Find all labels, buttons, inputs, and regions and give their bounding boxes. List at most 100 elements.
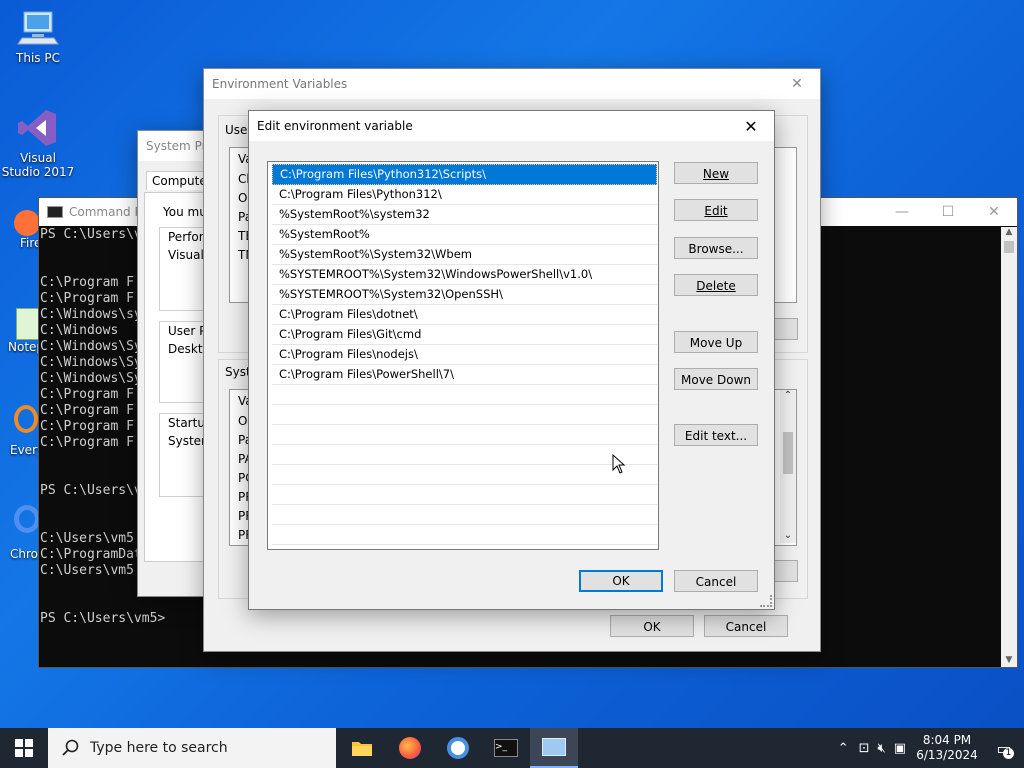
taskbar-search-box[interactable]: Type here to search <box>48 728 336 768</box>
path-entries-list[interactable]: C:\Program Files\Python312\Scripts\ C:\Pr… <box>267 161 659 550</box>
empty-path-slot[interactable] <box>272 385 657 405</box>
edit-dialog-titlebar[interactable]: Edit environment variable ✕ <box>249 111 774 141</box>
search-everything-icon <box>14 405 38 433</box>
delete-button[interactable]: Delete <box>674 274 758 296</box>
taskbar-file-explorer[interactable] <box>338 728 386 768</box>
desktop-icon-visual-studio[interactable]: Visual Studio 2017 <box>0 108 76 179</box>
taskbar-system-properties[interactable] <box>530 728 578 768</box>
desktop-icon-notepad[interactable]: Notep <box>0 308 45 354</box>
desktop-icon-label: Fire <box>20 236 42 250</box>
windows-logo-icon <box>15 739 33 757</box>
edit-text-button-label: Edit text... <box>684 429 748 443</box>
network-icon[interactable]: ⊡ <box>859 741 870 756</box>
desktop-icon-label: Every <box>10 443 45 457</box>
move-up-button-label: Move Up <box>689 336 743 350</box>
path-entry[interactable]: C:\Program Files\dotnet\ <box>272 305 657 325</box>
empty-path-slot[interactable] <box>272 465 657 485</box>
empty-path-slot[interactable] <box>272 505 657 525</box>
edit-dialog-title: Edit environment variable <box>257 119 413 133</box>
start-button[interactable] <box>0 728 48 768</box>
system-list-scrollbar[interactable]: ⌃ ⌄ <box>780 390 796 543</box>
browse-button[interactable]: Browse... <box>674 237 758 259</box>
search-placeholder: Type here to search <box>90 740 228 756</box>
clock[interactable]: 8:04 PM 6/13/2024 <box>910 733 984 763</box>
path-entry[interactable]: %SystemRoot% <box>272 225 657 245</box>
taskbar-firefox[interactable] <box>386 728 434 768</box>
desktop-icon-everything[interactable]: Every <box>0 405 45 457</box>
system-tray: ⌃ ⊡ 🔇︎ ▣ 8:04 PM 6/13/2024 ▭ 1 <box>838 728 1024 768</box>
visual-studio-icon <box>16 108 60 148</box>
empty-path-slot[interactable] <box>272 425 657 445</box>
desktop-icon-label: This PC <box>16 51 60 65</box>
envvars-titlebar[interactable]: Environment Variables ✕ <box>204 69 820 99</box>
clock-time: 8:04 PM <box>922 733 972 747</box>
scroll-down-arrow-icon[interactable]: ▼ <box>1001 655 1017 665</box>
envvars-cancel-button[interactable]: Cancel <box>704 615 788 637</box>
envvars-ok-button[interactable]: OK <box>610 615 694 637</box>
path-entry[interactable]: C:\Program Files\Git\cmd <box>272 325 657 345</box>
path-entry-selected[interactable]: C:\Program Files\Python312\Scripts\ <box>272 164 657 185</box>
scroll-up-arrow-icon[interactable]: ▲ <box>1001 227 1017 237</box>
desktop-icon-label: Visual Studio 2017 <box>1 151 75 179</box>
move-down-button-label: Move Down <box>681 373 751 387</box>
close-button[interactable]: ✕ <box>728 111 774 141</box>
firefox-icon <box>399 737 421 759</box>
path-entry[interactable]: C:\Program Files\Python312\ <box>272 185 657 205</box>
console-scrollbar[interactable]: ▲ ▼ <box>1001 227 1017 667</box>
taskbar-terminal[interactable]: >_ <box>482 728 530 768</box>
taskbar: Type here to search >_ ⌃ ⊡ 🔇︎ ▣ 8:04 PM … <box>0 728 1024 768</box>
volume-muted-icon[interactable]: 🔇︎ <box>878 741 886 756</box>
scroll-thumb[interactable] <box>1004 241 1014 253</box>
move-up-button[interactable]: Move Up <box>674 331 758 353</box>
folder-icon <box>352 742 372 756</box>
taskbar-chrome[interactable] <box>434 728 482 768</box>
edit-text-button[interactable]: Edit text... <box>674 424 758 446</box>
close-button[interactable]: ✕ <box>774 69 820 99</box>
mouse-cursor-icon <box>612 454 626 474</box>
system-properties-icon <box>542 738 566 756</box>
empty-path-slot[interactable] <box>272 445 657 465</box>
envvars-title: Environment Variables <box>212 77 348 91</box>
display-icon[interactable]: ▣ <box>894 741 906 756</box>
desktop-icon-chrome[interactable]: Chron <box>0 505 46 561</box>
console-app-icon <box>47 206 63 218</box>
chrome-icon <box>14 505 40 533</box>
path-entry[interactable]: C:\Program Files\nodejs\ <box>272 345 657 365</box>
path-entry[interactable]: %SYSTEMROOT%\System32\OpenSSH\ <box>272 285 657 305</box>
scroll-thumb[interactable] <box>783 432 793 474</box>
chrome-icon <box>447 737 469 759</box>
path-entry[interactable]: %SystemRoot%\system32 <box>272 205 657 225</box>
scroll-up-arrow-icon[interactable]: ⌃ <box>780 390 796 401</box>
chevron-up-icon[interactable]: ⌃ <box>838 741 849 756</box>
edit-button-label: Edit <box>704 204 728 218</box>
notification-count: 1 <box>1003 748 1014 759</box>
maximize-button[interactable]: ☐ <box>925 197 971 227</box>
move-down-button[interactable]: Move Down <box>674 368 758 390</box>
path-entry[interactable]: %SYSTEMROOT%\System32\WindowsPowerShell\… <box>272 265 657 285</box>
computer-icon <box>16 8 60 48</box>
new-button[interactable]: New <box>674 162 758 184</box>
desktop-icon-firefox[interactable]: Fire <box>0 210 42 250</box>
empty-path-slot[interactable] <box>272 485 657 505</box>
desktop-icon-label: Notep <box>8 340 45 354</box>
new-button-label: New <box>702 167 730 181</box>
empty-path-slot[interactable] <box>272 545 657 549</box>
edit-environment-variable-dialog[interactable]: Edit environment variable ✕ C:\Program F… <box>248 110 775 610</box>
notification-center-button[interactable]: ▭ 1 <box>984 728 1024 768</box>
path-entry[interactable]: C:\Program Files\PowerShell\7\ <box>272 365 657 385</box>
search-icon <box>62 739 79 756</box>
minimize-button[interactable]: — <box>879 197 925 227</box>
scroll-down-arrow-icon[interactable]: ⌄ <box>780 530 796 541</box>
empty-path-slot[interactable] <box>272 405 657 425</box>
empty-path-slot[interactable] <box>272 525 657 545</box>
edit-button[interactable]: Edit <box>674 199 758 221</box>
browse-button-label: Browse... <box>688 242 744 256</box>
path-entry[interactable]: %SystemRoot%\System32\Wbem <box>272 245 657 265</box>
desktop-icon-this-pc[interactable]: This PC <box>0 8 76 65</box>
clock-date: 6/13/2024 <box>916 748 978 762</box>
delete-button-label: Delete <box>696 279 736 293</box>
ok-button[interactable]: OK <box>579 570 663 592</box>
close-button[interactable]: ✕ <box>971 197 1017 227</box>
resize-grip-icon[interactable] <box>760 595 772 607</box>
cancel-button[interactable]: Cancel <box>674 570 758 592</box>
